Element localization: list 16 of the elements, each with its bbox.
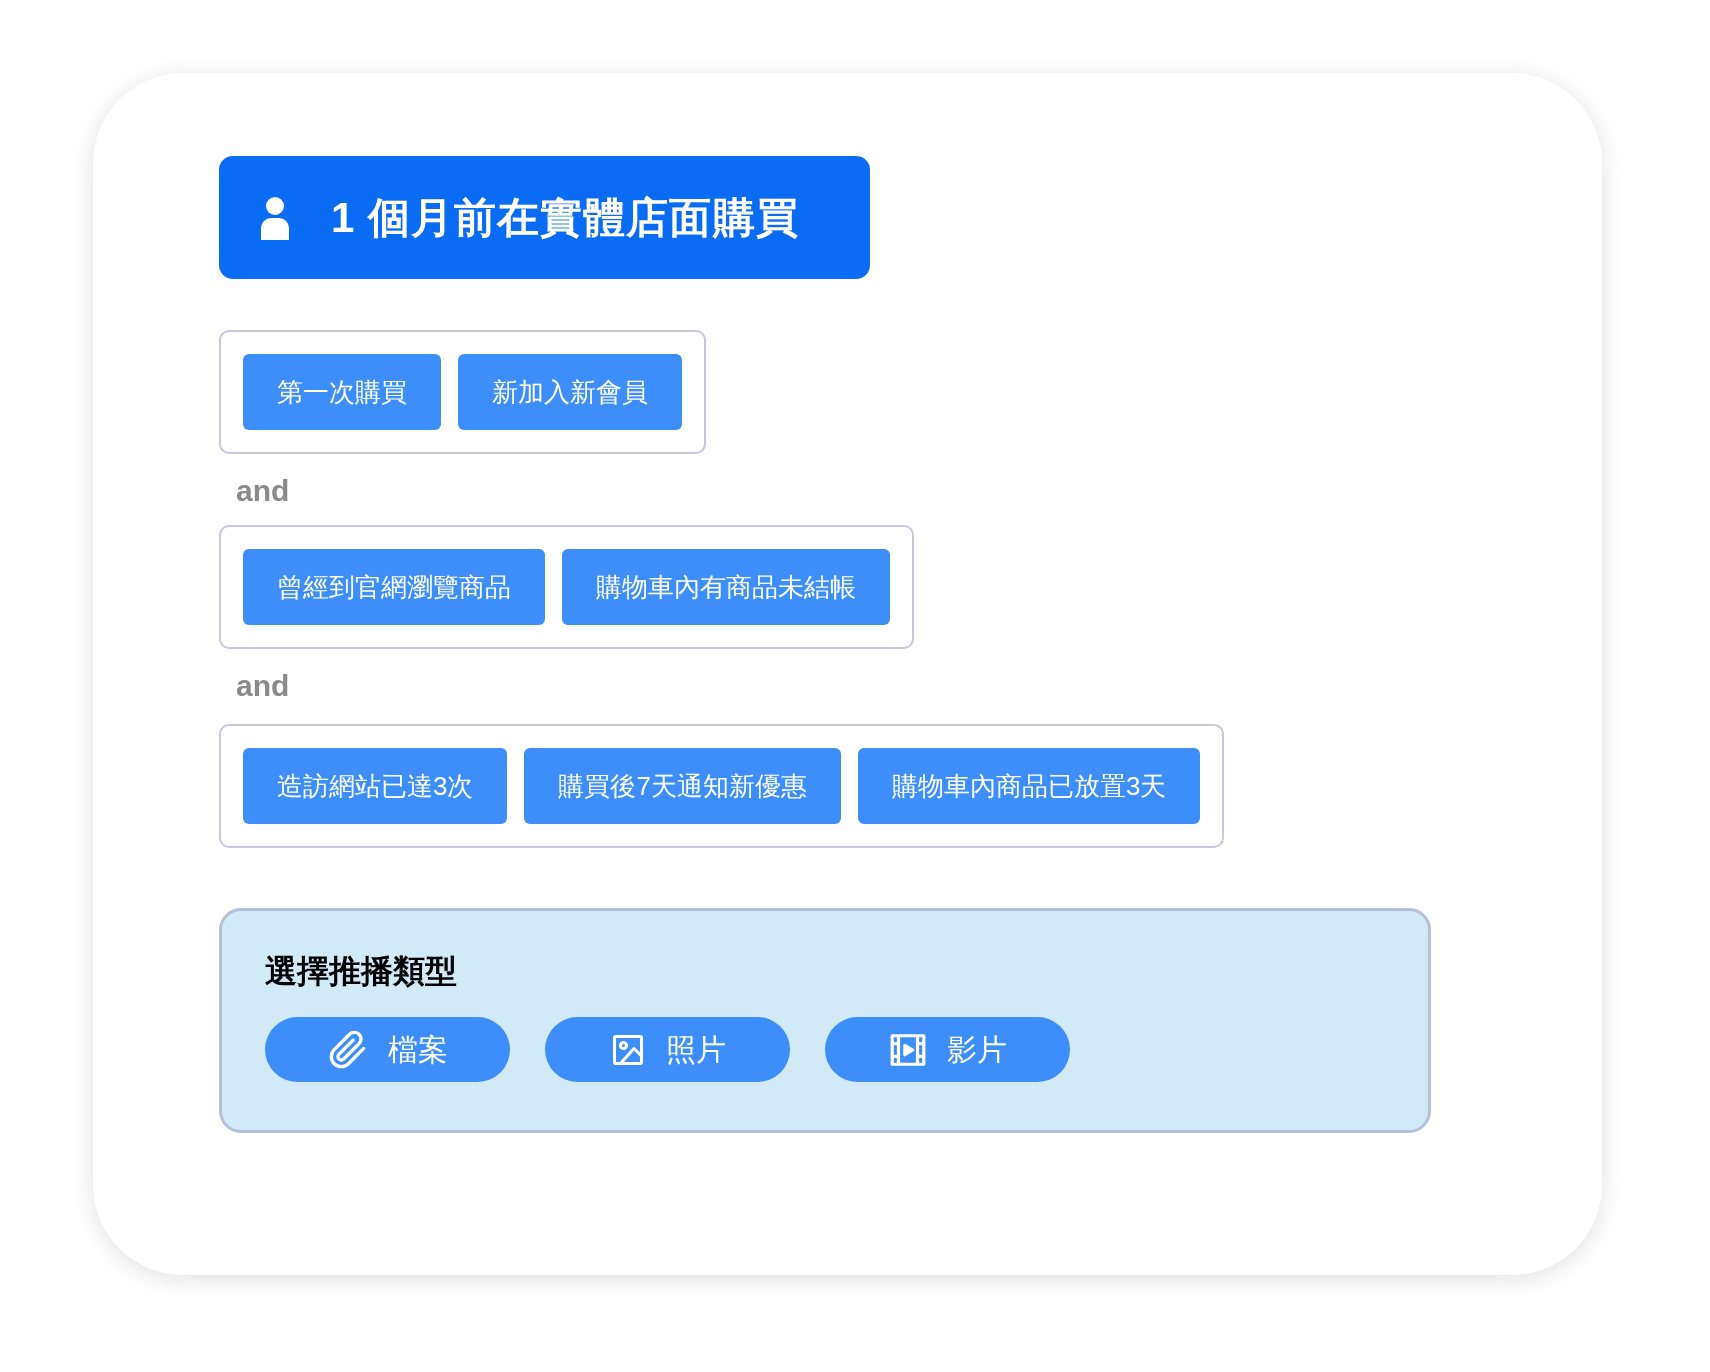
paperclip-icon	[327, 1029, 368, 1070]
tag-chip[interactable]: 購物車內有商品未結帳	[562, 549, 890, 625]
tag-chip[interactable]: 曾經到官網瀏覽商品	[243, 549, 545, 625]
push-type-button[interactable]: 照片	[545, 1017, 790, 1082]
tag-chip[interactable]: 造訪網站已達3次	[243, 748, 508, 824]
banner-title: 1 個月前在實體店面購買	[331, 193, 799, 243]
push-title: 選擇推播類型	[265, 955, 458, 987]
push-type-button[interactable]: 檔案	[265, 1017, 510, 1082]
and-label: and	[236, 668, 290, 704]
person-icon	[259, 195, 291, 240]
push-type-button[interactable]: 影片	[825, 1017, 1070, 1082]
tag-chip[interactable]: 購買後7天通知新優惠	[524, 748, 841, 824]
tag-chip[interactable]: 購物車內商品已放置3天	[857, 748, 1201, 824]
and-label: and	[236, 473, 290, 509]
tag-chip[interactable]: 第一次購買	[243, 354, 441, 430]
tag-chip[interactable]: 新加入新會員	[458, 354, 682, 430]
